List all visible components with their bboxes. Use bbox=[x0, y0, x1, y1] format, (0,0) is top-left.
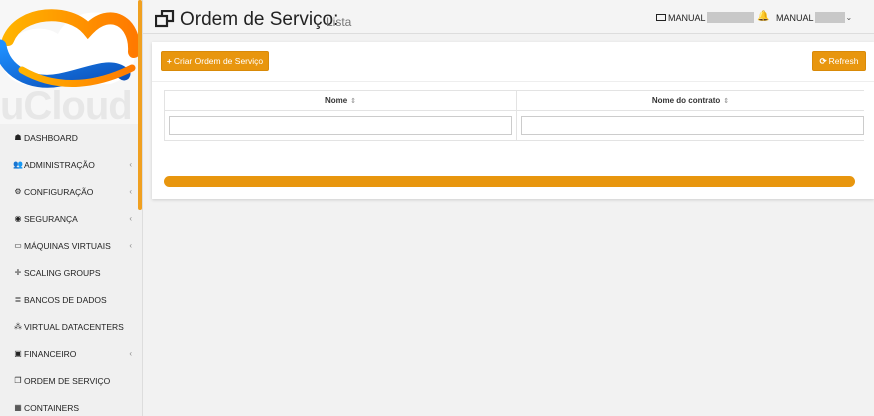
sidebar-item-containers[interactable]: ▦ CONTAINERS bbox=[0, 394, 138, 416]
refresh-button-label: Refresh bbox=[828, 56, 859, 66]
divider bbox=[152, 81, 874, 82]
column-header-nome[interactable]: Nome ⇕ bbox=[164, 91, 517, 110]
sidebar-item-virtual-datacenters[interactable]: ⁂ VIRTUAL DATACENTERS bbox=[0, 313, 138, 340]
create-service-order-button[interactable]: + Criar Ordem de Serviço bbox=[161, 51, 269, 71]
chevron-left-icon: ‹ bbox=[129, 349, 132, 358]
plus-icon: + bbox=[166, 56, 172, 66]
create-button-label: Criar Ordem de Serviço bbox=[173, 56, 264, 66]
sidebar-item-label: SEGURANÇA bbox=[24, 213, 78, 224]
sidebar-item-label: ADMINISTRAÇÃO bbox=[24, 159, 95, 170]
sitemap-icon: ⁂ bbox=[14, 322, 22, 331]
chevron-left-icon: ‹ bbox=[129, 214, 132, 223]
sidebar-item-label: CONTAINERS bbox=[24, 402, 80, 413]
sort-icon: ⇕ bbox=[723, 97, 730, 105]
column-label: Nome bbox=[324, 96, 348, 105]
sidebar-item-label: ORDEM DE SERVIÇO bbox=[24, 375, 111, 386]
account-label: MANUAL bbox=[668, 12, 706, 23]
page-title: Ordem de Serviço: bbox=[180, 9, 339, 30]
sidebar-item-ordem-de-servi-o[interactable]: ❐ ORDEM DE SERVIÇO bbox=[0, 367, 138, 394]
sidebar-item-seguran-a[interactable]: ◉ SEGURANÇA ‹ bbox=[0, 205, 138, 232]
column-header-nome-do-contrato[interactable]: Nome do contrato ⇕ bbox=[517, 91, 864, 110]
sidebar-item-administra-o[interactable]: 👥 ADMINISTRAÇÃO ‹ bbox=[0, 151, 138, 178]
chevron-left-icon: ‹ bbox=[129, 187, 132, 196]
sidebar-item-label: FINANCEIRO bbox=[24, 348, 77, 359]
sidebar-item-bancos-de-dados[interactable]: ≣ BANCOS DE DADOS bbox=[0, 286, 138, 313]
filter-contrato-input[interactable] bbox=[521, 116, 864, 135]
users-icon: 👥 bbox=[13, 160, 23, 169]
filter-cell bbox=[164, 110, 517, 141]
table-header: Nome ⇕ Nome do contrato ⇕ bbox=[164, 91, 864, 111]
chevron-left-icon: ‹ bbox=[129, 160, 132, 169]
chevron-down-icon: ⌄ bbox=[845, 13, 853, 22]
database-icon: ≣ bbox=[14, 295, 22, 304]
service-order-table: Nome ⇕ Nome do contrato ⇕ bbox=[164, 90, 864, 141]
sidebar-item-label: BANCOS DE DADOS bbox=[24, 294, 107, 305]
gear-icon: ⚙ bbox=[14, 187, 22, 196]
clone-icon: ❐ bbox=[14, 376, 22, 385]
shield-icon: ◉ bbox=[14, 214, 22, 223]
chevron-left-icon: ‹ bbox=[129, 241, 132, 250]
sidebar-item-label: SCALING GROUPS bbox=[24, 267, 101, 278]
filter-row bbox=[164, 110, 864, 141]
account-menu[interactable]: MANUAL bbox=[656, 12, 754, 23]
redacted-text bbox=[814, 12, 845, 23]
sidebar-item-m-quinas-virtuais[interactable]: ▭ MÁQUINAS VIRTUAIS ‹ bbox=[0, 232, 138, 259]
sidebar-item-label: MÁQUINAS VIRTUAIS bbox=[24, 240, 111, 251]
sidebar-item-configura-o[interactable]: ⚙ CONFIGURAÇÃO ‹ bbox=[0, 178, 138, 205]
page-subtitle: Lista bbox=[326, 15, 352, 29]
sidebar-scrollbar[interactable] bbox=[138, 0, 142, 210]
sidebar-item-financeiro[interactable]: ▣ FINANCEIRO ‹ bbox=[0, 340, 138, 367]
sidebar-item-dashboard[interactable]: ☗ DASHBOARD bbox=[0, 124, 138, 151]
user-menu[interactable]: MANUAL ⌄ bbox=[776, 12, 852, 23]
sidebar-item-scaling-groups[interactable]: ✛ SCALING GROUPS bbox=[0, 259, 138, 286]
grid-icon: ▦ bbox=[14, 403, 22, 412]
filter-nome-input[interactable] bbox=[169, 116, 512, 135]
dashboard-icon: ☗ bbox=[14, 133, 22, 142]
sidebar-item-label: VIRTUAL DATACENTERS bbox=[24, 321, 124, 332]
sidebar-item-label: DASHBOARD bbox=[24, 132, 78, 143]
sort-icon: ⇕ bbox=[350, 97, 357, 105]
refresh-button[interactable]: ⟳ Refresh bbox=[812, 51, 866, 71]
user-label: MANUAL bbox=[776, 12, 814, 23]
sidebar-menu: ☗ DASHBOARD 👥 ADMINISTRAÇÃO ‹ ⚙ CONFIGURAÇÃO ‹ ◉… bbox=[0, 124, 138, 416]
arrows-icon: ✛ bbox=[14, 268, 22, 277]
bell-icon[interactable]: 🔔 bbox=[757, 11, 769, 22]
main-panel: + Criar Ordem de Serviço ⟳ Refresh Nome … bbox=[152, 42, 874, 199]
monitor-icon: ▭ bbox=[14, 241, 22, 250]
loading-progress-bar bbox=[164, 176, 855, 187]
redacted-text bbox=[706, 12, 754, 23]
money-icon: ▣ bbox=[14, 349, 22, 358]
ucloud-logo[interactable]: uCloud bbox=[0, 0, 138, 124]
id-card-icon bbox=[656, 14, 666, 21]
logo-text: uCloud bbox=[0, 84, 133, 124]
top-header: Ordem de Serviço: Lista MANUAL 🔔 MANUAL … bbox=[143, 0, 874, 34]
column-label: Nome do contrato bbox=[651, 96, 721, 105]
filter-cell bbox=[517, 111, 864, 141]
clone-icon bbox=[155, 10, 175, 28]
sidebar: uCloud ☗ DASHBOARD 👥 ADMINISTRAÇÃO ‹ ⚙ CONFIGU… bbox=[0, 0, 143, 416]
sidebar-item-label: CONFIGURAÇÃO bbox=[24, 186, 94, 197]
refresh-icon: ⟳ bbox=[819, 55, 827, 66]
